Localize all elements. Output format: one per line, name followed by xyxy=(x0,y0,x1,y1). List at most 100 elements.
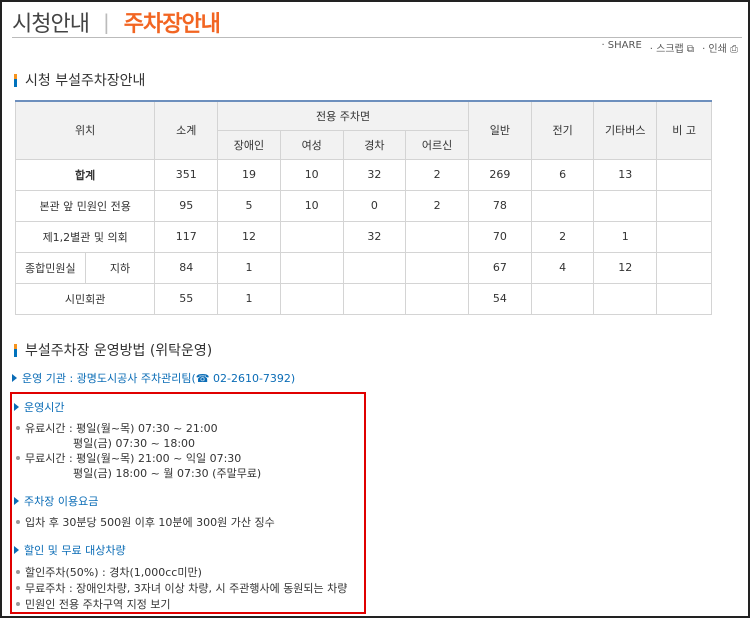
bullet-dot-icon xyxy=(16,602,20,606)
table-row: 종합민원실 지하 84 1 67 4 12 xyxy=(15,251,712,284)
title-separator: | xyxy=(102,9,110,34)
page-subtitle: 주차장안내 xyxy=(123,11,221,37)
cell-remark xyxy=(656,282,712,315)
col-other-bus: 기타버스 xyxy=(593,100,658,160)
bullet-dot-icon xyxy=(16,426,20,430)
section-title-parking-info: 시청 부설주차장안내 xyxy=(14,70,145,90)
cell-remark xyxy=(656,251,712,284)
cell-compact xyxy=(342,282,407,315)
discount-line-2: 무료주차 : 장애인차량, 3자녀 이상 차량, 시 주관행사에 동원되는 차량 xyxy=(16,580,347,596)
section-title-text: 시청 부설주차장안내 xyxy=(25,73,146,89)
utility-links: · SHARE · 스크랩 ⧉ · 인쇄 ⎙ xyxy=(601,40,738,55)
table-row: 제1,2별관 및 의회 117 12 32 70 2 1 xyxy=(14,220,712,253)
triangle-bullet-icon xyxy=(14,497,19,505)
cell-remark xyxy=(656,189,712,222)
cell-disabled: 1 xyxy=(217,251,281,284)
bullet-dot-icon xyxy=(16,456,20,460)
parking-table: 위치 소계 전용 주차면 일반 전기 기타버스 비 고 장애인 여성 경차 어르… xyxy=(14,100,712,315)
cell-bus: 1 xyxy=(593,220,658,253)
cell-senior: 2 xyxy=(405,158,469,191)
col-senior: 어르신 xyxy=(405,129,469,160)
fee-title: 주차장 이용요금 xyxy=(24,495,99,508)
bullet-dot-icon xyxy=(16,586,20,590)
cell-women: 10 xyxy=(279,158,344,191)
paid-hours-fri: 평일(금) 07:30 ~ 18:00 xyxy=(73,437,196,450)
col-general: 일반 xyxy=(467,100,532,160)
cell-disabled: 19 xyxy=(217,158,281,191)
section-bullet-icon xyxy=(14,343,17,357)
col-women: 여성 xyxy=(279,129,344,160)
cell-senior xyxy=(405,220,469,253)
cell-location: 종합민원실 xyxy=(15,251,86,284)
cell-subtotal: 95 xyxy=(154,189,219,222)
cell-subtotal: 117 xyxy=(154,220,219,253)
section-title-text: 부설주차장 운영방법 (위탁운영) xyxy=(25,343,213,359)
hours-title: 운영시간 xyxy=(24,401,65,414)
discount-text-2: 무료주차 : 장애인차량, 3자녀 이상 차량, 시 주관행사에 동원되는 차량 xyxy=(25,582,348,595)
cell-bus xyxy=(593,189,658,222)
discount-text-1: 할인주차(50%) : 경차(1,000cc미만) xyxy=(25,566,202,579)
col-compact: 경차 xyxy=(342,129,407,160)
cell-senior xyxy=(405,282,469,315)
cell-bus: 12 xyxy=(593,251,658,284)
cell-general: 67 xyxy=(467,251,532,284)
discount-line-1: 할인주차(50%) : 경차(1,000cc미만) xyxy=(16,564,202,580)
cell-general: 70 xyxy=(467,220,532,253)
cell-location: 제1,2별관 및 의회 xyxy=(14,220,156,253)
operator-info: 운영 기관 : 광명도시공사 주차관리팀(☎ 02-2610-7392) xyxy=(12,370,295,386)
reserved-zone-link[interactable]: 민원인 전용 주차구역 지정 보기 xyxy=(25,596,171,612)
fee-line: 입차 후 30분당 500원 이후 10분에 300원 가산 징수 xyxy=(16,514,275,530)
col-location: 위치 xyxy=(14,100,156,160)
operator-text: 운영 기관 : 광명도시공사 주차관리팀(☎ 02-2610-7392) xyxy=(22,372,296,385)
col-ev: 전기 xyxy=(530,100,595,160)
triangle-bullet-icon xyxy=(12,374,17,382)
cell-location-sub: 지하 xyxy=(84,251,156,284)
free-hours-fri: 평일(금) 18:00 ~ 월 07:30 (주말무료) xyxy=(73,467,262,480)
cell-location: 합계 xyxy=(14,158,156,191)
col-disabled: 장애인 xyxy=(217,129,281,160)
cell-general: 54 xyxy=(467,282,532,315)
cell-remark xyxy=(656,158,712,191)
table-row: 본관 앞 민원인 전용 95 5 10 0 2 78 xyxy=(14,189,712,222)
share-link[interactable]: · SHARE xyxy=(601,40,641,55)
cell-subtotal: 55 xyxy=(154,282,219,315)
cell-women xyxy=(279,282,344,315)
cell-remark xyxy=(656,220,712,253)
cell-ev xyxy=(530,282,595,315)
free-hours-text: 무료시간 : 평일(월~목) 21:00 ~ 익일 07:30 xyxy=(25,452,242,465)
cell-disabled: 12 xyxy=(217,220,281,253)
cell-compact: 0 xyxy=(342,189,407,222)
col-subtotal: 소계 xyxy=(154,100,219,160)
cell-bus xyxy=(593,282,658,315)
section-title-operation: 부설주차장 운영방법 (위탁운영) xyxy=(14,340,212,360)
paid-hours-text: 유료시간 : 평일(월~목) 07:30 ~ 21:00 xyxy=(25,422,218,435)
cell-general: 78 xyxy=(467,189,532,222)
scrap-link[interactable]: · 스크랩 ⧉ xyxy=(650,40,694,55)
page-title: 시청안내 xyxy=(12,11,90,37)
table-row: 시민회관 55 1 54 xyxy=(14,282,712,315)
discount-title: 할인 및 무료 대상차량 xyxy=(24,544,126,557)
cell-compact: 32 xyxy=(342,158,407,191)
print-link[interactable]: · 인쇄 ⎙ xyxy=(702,40,738,55)
col-dedicated: 전용 주차면 xyxy=(217,100,469,131)
cell-location: 본관 앞 민원인 전용 xyxy=(14,189,156,222)
cell-senior: 2 xyxy=(405,189,469,222)
free-hours-line: 무료시간 : 평일(월~목) 21:00 ~ 익일 07:30 xyxy=(16,450,241,466)
bullet-dot-icon xyxy=(16,570,20,574)
cell-disabled: 1 xyxy=(217,282,281,315)
cell-women: 10 xyxy=(279,189,344,222)
cell-location: 시민회관 xyxy=(14,282,156,315)
fee-heading: 주차장 이용요금 xyxy=(14,493,98,509)
cell-disabled: 5 xyxy=(217,189,281,222)
cell-ev: 2 xyxy=(530,220,595,253)
paid-hours-line: 유료시간 : 평일(월~목) 07:30 ~ 21:00 xyxy=(16,420,218,436)
cell-women xyxy=(279,220,344,253)
hours-heading: 운영시간 xyxy=(14,399,64,415)
cell-ev: 4 xyxy=(530,251,595,284)
cell-bus: 13 xyxy=(593,158,658,191)
cell-ev: 6 xyxy=(530,158,595,191)
cell-subtotal: 84 xyxy=(154,251,219,284)
fee-text: 입차 후 30분당 500원 이후 10분에 300원 가산 징수 xyxy=(25,516,275,529)
triangle-bullet-icon xyxy=(14,546,19,554)
section-bullet-icon xyxy=(14,73,17,87)
